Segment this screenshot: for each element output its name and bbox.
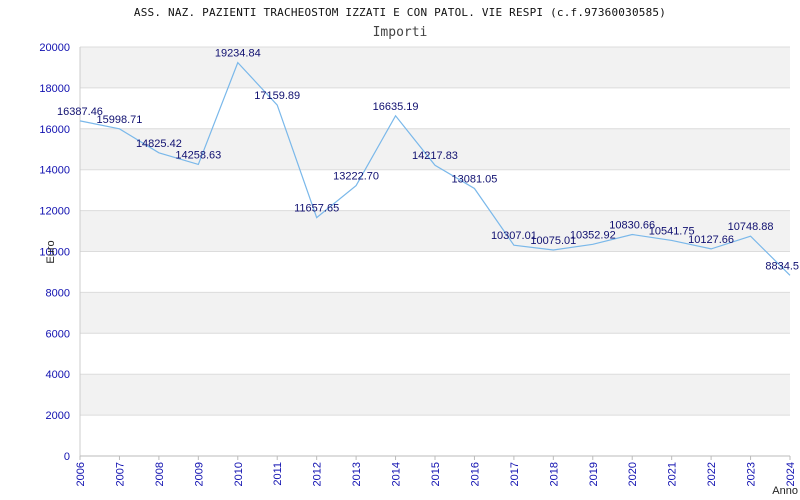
x-tick-label: 2006	[75, 462, 87, 486]
y-tick-label: 16000	[39, 124, 70, 136]
data-label: 16635.19	[373, 101, 419, 113]
x-axis-title: Anno	[772, 485, 798, 497]
x-tick-label: 2007	[114, 462, 126, 486]
data-label: 14825.42	[136, 138, 182, 150]
data-label: 11657.65	[294, 203, 339, 215]
y-tick-label: 6000	[46, 328, 70, 340]
grid-band	[80, 169, 790, 211]
y-axis-title: Euro	[45, 240, 57, 263]
x-tick-label: 2011	[272, 462, 284, 486]
x-tick-label: 2010	[233, 462, 245, 486]
grid-band	[80, 251, 790, 293]
y-tick-label: 0	[64, 451, 70, 463]
y-tick-label: 12000	[39, 206, 70, 218]
data-label: 13222.70	[333, 171, 379, 183]
x-tick-label: 2019	[588, 462, 600, 486]
data-label: 10748.88	[728, 221, 774, 233]
x-tick-label: 2012	[312, 462, 324, 486]
y-tick-label: 4000	[46, 369, 70, 381]
data-label: 15998.71	[96, 114, 142, 126]
x-tick-label: 2008	[154, 462, 166, 486]
x-axis: 2006 2007 2008 2009 2010 2011 2012 2013 2014 2015…	[75, 456, 797, 486]
data-label: 14217.83	[412, 150, 458, 162]
grid-band	[80, 333, 790, 375]
x-tick-label: 2016	[469, 462, 481, 486]
x-tick-label: 2021	[667, 462, 679, 486]
x-tick-label: 2013	[351, 462, 363, 486]
data-label: 10127.66	[688, 234, 734, 246]
x-tick-label: 2015	[430, 462, 442, 486]
x-tick-label: 2022	[706, 462, 718, 486]
y-tick-label: 8000	[46, 287, 70, 299]
x-tick-label: 2020	[627, 462, 639, 486]
grid-band	[80, 374, 790, 416]
line-chart: 0200040006000800010000120001400016000180…	[39, 42, 799, 497]
y-tick-label: 14000	[39, 165, 70, 177]
data-label: 13081.05	[451, 173, 497, 185]
grid-band	[80, 87, 790, 129]
x-tick-label: 2024	[785, 462, 797, 486]
x-tick-label: 2023	[746, 462, 758, 486]
grid-band	[80, 47, 790, 88]
grid-bands	[79, 46, 790, 457]
data-label: 17159.89	[254, 90, 300, 102]
y-tick-label: 2000	[46, 410, 70, 422]
x-tick-label: 2009	[193, 462, 205, 486]
data-label: 14258.63	[175, 149, 221, 161]
x-tick-label: 2017	[509, 462, 521, 486]
data-label: 8834.5	[765, 260, 799, 272]
x-tick-label: 2018	[548, 462, 560, 486]
data-label: 19234.84	[215, 48, 261, 60]
y-tick-label: 18000	[39, 83, 70, 95]
y-tick-label: 20000	[39, 42, 70, 54]
grid-band	[80, 292, 790, 334]
x-tick-label: 2014	[391, 462, 403, 486]
grid-band	[80, 415, 790, 456]
